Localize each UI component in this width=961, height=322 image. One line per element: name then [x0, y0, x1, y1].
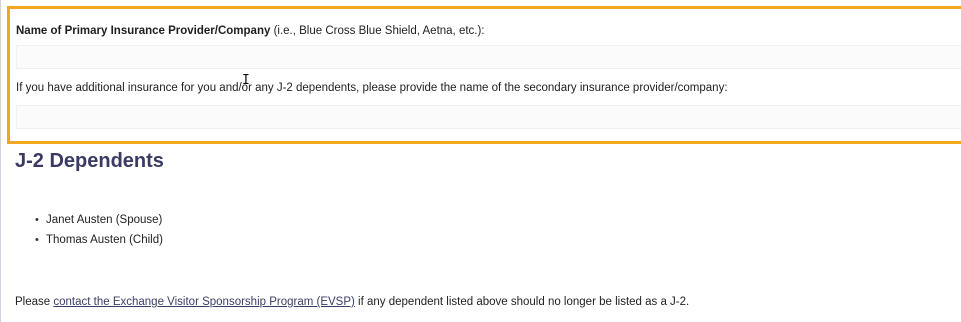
primary-insurance-input[interactable]	[16, 45, 961, 69]
page: Name of Primary Insurance Provider/Compa…	[0, 0, 961, 322]
primary-insurance-label-hint: (i.e., Blue Cross Blue Shield, Aetna, et…	[270, 25, 485, 37]
evsp-contact-link[interactable]: contact the Exchange Visitor Sponsorship…	[53, 296, 355, 308]
dependent-item-spouse: Janet Austen (Spouse)	[35, 210, 163, 230]
primary-insurance-label-bold: Name of Primary Insurance Provider/Compa…	[16, 25, 271, 37]
secondary-insurance-input[interactable]	[16, 105, 961, 129]
insurance-fields-section: Name of Primary Insurance Provider/Compa…	[7, 6, 961, 144]
evsp-note-suffix: if any dependent listed above should no …	[354, 296, 690, 308]
dependents-list: Janet Austen (Spouse) Thomas Austen (Chi…	[35, 210, 163, 250]
evsp-contact-note: Please contact the Exchange Visitor Spon…	[15, 295, 689, 309]
secondary-insurance-label: If you have additional insurance for you…	[16, 82, 728, 94]
evsp-note-prefix: Please	[15, 296, 54, 308]
primary-insurance-label: Name of Primary Insurance Provider/Compa…	[16, 24, 485, 38]
dependents-heading: J-2 Dependents	[15, 150, 164, 172]
dependent-item-child: Thomas Austen (Child)	[35, 230, 163, 250]
